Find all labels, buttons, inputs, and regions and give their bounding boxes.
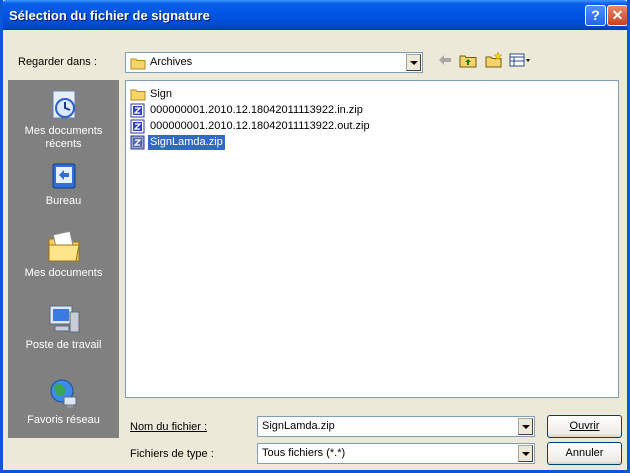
places-bar: Mes documents récents Bureau Mes documen… [8,80,119,438]
desktop-icon [52,163,75,189]
open-button[interactable]: Ouvrir [547,415,622,438]
new-folder-icon[interactable] [485,52,503,68]
my-computer-icon [49,305,79,333]
place-my-computer[interactable]: Poste de travail [8,302,119,352]
filetype-label: Fichiers de type : [130,448,214,460]
filename-dropdown-button[interactable] [518,418,533,435]
network-places-icon [50,379,76,408]
cancel-button[interactable]: Annuler [547,442,622,465]
place-label: Mes documents récents [24,125,103,150]
look-in-label: Regarder dans : [18,56,97,68]
place-recent-documents[interactable]: Mes documents récents [8,88,119,151]
place-label: Poste de travail [25,339,102,351]
zip-file-icon [130,103,145,118]
filename-combo[interactable]: SignLamda.zip [257,416,535,437]
cancel-button-label: Annuler [565,447,604,459]
look-in-dropdown-button[interactable] [406,54,421,71]
chevron-down-icon [522,425,530,429]
filetype-dropdown-button[interactable] [518,445,533,462]
view-menu-icon[interactable] [509,52,531,68]
filetype-combo[interactable]: Tous fichiers (*.*) [257,443,535,464]
zip-file-icon [130,135,145,150]
folder-icon [130,89,146,101]
place-label: Bureau [45,195,82,207]
file-name: 000000001.2010.12.18042011113922.out.zip [150,120,370,132]
file-dialog-window: Sélection du fichier de signature ? ✕ Re… [0,0,630,473]
filename-label: Nom du fichier : [130,421,208,433]
zip-file-icon [130,119,145,134]
filetype-value: Tous fichiers (*.*) [262,447,346,459]
recent-documents-icon [52,90,75,119]
place-network-places[interactable]: Favoris réseau [8,377,119,427]
file-name: 000000001.2010.12.18042011113922.in.zip [150,104,363,116]
file-name: Sign [150,88,173,100]
place-label: Mes documents [24,267,103,279]
look-in-value: Archives [150,56,193,68]
chevron-down-icon [522,452,530,456]
filename-input[interactable]: SignLamda.zip [262,420,335,432]
close-button[interactable]: ✕ [607,5,627,26]
chevron-down-icon [410,61,418,65]
file-list[interactable]: Sign 000000001.2010.12.18042011113922.in… [125,80,619,398]
place-my-documents[interactable]: Mes documents [8,230,119,280]
my-documents-icon [48,230,80,262]
folder-icon [130,58,146,70]
look-in-combo[interactable]: Archives [125,52,423,73]
open-button-label: Ouvrir [569,420,600,432]
dialog-title: Sélection du fichier de signature [9,8,210,23]
title-bar[interactable]: Sélection du fichier de signature ? ✕ [3,0,627,30]
place-desktop[interactable]: Bureau [8,162,119,208]
file-name: SignLamda.zip [147,134,226,151]
place-label: Favoris réseau [27,414,100,426]
folder-up-icon[interactable] [459,52,477,68]
back-arrow-icon[interactable] [437,52,453,68]
help-button[interactable]: ? [585,5,606,26]
